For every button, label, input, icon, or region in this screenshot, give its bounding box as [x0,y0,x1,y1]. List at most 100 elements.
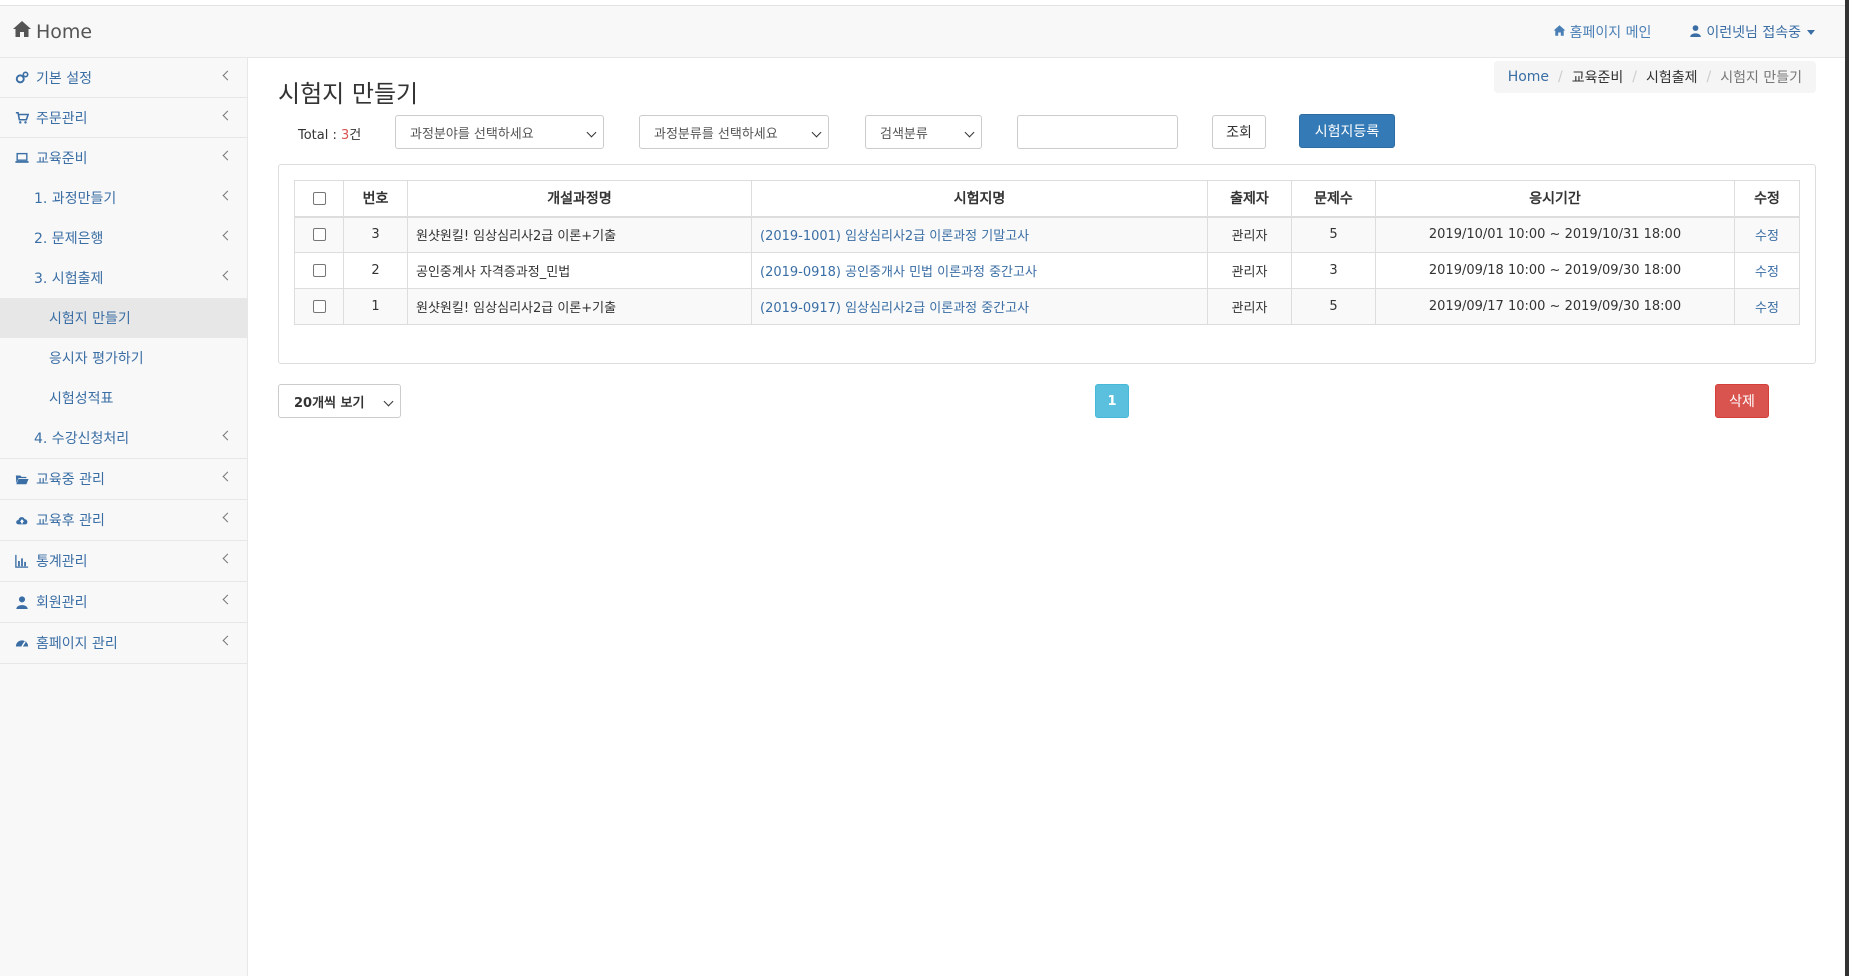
table-row: 1 원샷원킬! 임상심리사2급 이론+기출 (2019-0917) 임상심리사2… [294,288,1800,325]
cell-exam: (2019-0917) 임상심리사2급 이론과정 중간고사 [751,288,1208,325]
sidebar-item-statistics[interactable]: 통계관리 [0,541,247,582]
cell-count: 5 [1291,288,1376,325]
row-select-cell [294,288,344,325]
delete-button[interactable]: 삭제 [1715,384,1769,418]
user-menu-label: 이런넷님 접속중 [1706,25,1801,41]
column-header: 개설과정명 [407,180,752,218]
exam-name-link[interactable]: (2019-1001) 임상심리사2급 이론과정 기말고사 [760,229,1029,244]
per-page-value: 20개씩 보기 [294,395,365,411]
cell-period: 2019/09/17 10:00 ~ 2019/09/30 18:00 [1375,288,1735,325]
select-all-header [294,180,344,218]
row-checkbox[interactable] [312,228,326,242]
sidebar-subitem-label: 1. 과정만들기 [34,191,117,207]
edit-link[interactable]: 수정 [1755,301,1779,316]
column-header: 번호 [343,180,408,218]
chevron-left-icon [222,150,233,161]
cell-course: 원샷원킬! 임상심리사2급 이론+기출 [407,216,752,253]
sidebar-item-label: 통계관리 [36,554,88,570]
column-header: 수정 [1734,180,1800,218]
category-select-value: 과정분류를 선택하세요 [654,126,778,142]
cloud-upload-icon [14,513,30,527]
sidebar-subitem-create-exam[interactable]: 시험지 만들기 [0,298,247,338]
row-select-cell [294,216,344,253]
cell-course: 공인중계사 자격증과정_민법 [407,252,752,289]
cell-author: 관리자 [1207,288,1292,325]
edit-link[interactable]: 수정 [1755,265,1779,280]
row-checkbox[interactable] [312,300,326,313]
chevron-left-icon [222,430,233,441]
cell-edit: 수정 [1734,252,1800,289]
sidebar-subitem-report-card[interactable]: 시험성적표 [0,378,247,418]
top-navbar: Home 홈페이지 메인 이런넷님 접속중 [0,6,1849,58]
chevron-left-icon [222,471,233,482]
sidebar-item-label: 회원관리 [36,595,88,611]
sidebar-subitem-exam-setting[interactable]: 3. 시험출제 [0,258,247,298]
sidebar-subitem-evaluate-examinee[interactable]: 응시자 평가하기 [0,338,247,378]
user-icon [1689,24,1702,41]
breadcrumb-item: 교육준비 [1571,70,1624,86]
category-select[interactable]: 과정분류를 선택하세요 [639,115,829,149]
homepage-main-link[interactable]: 홈페이지 메인 [1553,22,1651,42]
per-page-select[interactable]: 20개씩 보기 [278,384,401,418]
sidebar-item-members[interactable]: 회원관리 [0,582,247,623]
chevron-left-icon [222,594,233,605]
sidebar-item-during-education[interactable]: 교육중 관리 [0,459,247,500]
breadcrumb-home[interactable]: Home [1508,69,1549,85]
sidebar-subitem-label: 3. 시험출제 [34,271,104,287]
sidebar-subitem-label: 2. 문제은행 [34,231,104,247]
cart-icon [14,111,30,125]
total-unit: 건 [349,128,362,143]
column-header: 문제수 [1291,180,1376,218]
sidebar-subitem-question-bank[interactable]: 2. 문제은행 [0,218,247,258]
user-menu-dropdown[interactable]: 이런넷님 접속중 [1689,22,1815,42]
field-select[interactable]: 과정분야를 선택하세요 [395,115,604,149]
cell-exam: (2019-0918) 공인중개사 민법 이론과정 중간고사 [751,252,1208,289]
chevron-down-icon [811,127,822,138]
sidebar-item-orders[interactable]: 주문관리 [0,98,247,138]
chevron-left-icon [222,70,233,81]
column-header: 시험지명 [751,180,1208,218]
table-row: 2 공인중계사 자격증과정_민법 (2019-0918) 공인중개사 민법 이론… [294,252,1800,289]
sidebar-subitem-label: 응시자 평가하기 [49,351,144,367]
user-icon [14,595,30,609]
breadcrumb: Home / 교육준비 / 시험출제 / 시험지 만들기 [1493,61,1816,93]
cell-no: 1 [343,288,408,325]
search-button[interactable]: 조회 [1212,115,1266,149]
edit-link[interactable]: 수정 [1755,229,1779,244]
column-header: 출제자 [1207,180,1292,218]
brand-label: Home [36,20,93,43]
sidebar-item-label: 기본 설정 [36,70,92,87]
cell-count: 3 [1291,252,1376,289]
chevron-left-icon [222,553,233,564]
breadcrumb-item: 시험출제 [1646,70,1698,86]
sidebar-item-education-prep[interactable]: 교육준비 [0,138,247,178]
sidebar-item-after-education[interactable]: 교육후 관리 [0,500,247,541]
exam-name-link[interactable]: (2019-0918) 공인중개사 민법 이론과정 중간고사 [760,265,1037,280]
pagination-page-1[interactable]: 1 [1095,384,1129,418]
exam-table: 번호 개설과정명 시험지명 출제자 문제수 응시기간 수정 3 원샷원킬! 임상… [294,180,1800,325]
cell-no: 2 [343,252,408,289]
dashboard-icon [14,636,30,650]
sidebar-subitem-create-course[interactable]: 1. 과정만들기 [0,178,247,218]
search-type-select[interactable]: 검색분류 [865,115,982,149]
sidebar-item-basic-settings[interactable]: 기본 설정 [0,58,247,98]
exam-name-link[interactable]: (2019-0917) 임상심리사2급 이론과정 중간고사 [760,301,1029,316]
search-input[interactable] [1017,115,1178,149]
chevron-left-icon [222,635,233,646]
select-all-checkbox[interactable] [312,191,326,205]
brand-home-link[interactable]: Home [12,19,92,44]
register-exam-button[interactable]: 시험지등록 [1299,114,1395,148]
cell-edit: 수정 [1734,216,1800,253]
total-count: Total : 3건 [298,124,361,143]
row-checkbox[interactable] [312,264,326,277]
sidebar: 기본 설정 주문관리 교육준비 1. 과정만들기 2. 문제은행 3. 시험출제… [0,58,248,976]
sidebar-item-label: 교육중 관리 [36,472,105,488]
breadcrumb-separator: / [1558,69,1563,85]
sidebar-item-homepage-admin[interactable]: 홈페이지 관리 [0,623,247,664]
sidebar-subitem-enrollment[interactable]: 4. 수강신청처리 [0,418,247,458]
sidebar-item-label: 교육후 관리 [36,513,105,529]
sidebar-item-label: 교육준비 [36,151,88,167]
chevron-down-icon [964,127,975,138]
gears-icon [14,71,30,85]
exam-list-panel: 번호 개설과정명 시험지명 출제자 문제수 응시기간 수정 3 원샷원킬! 임상… [278,164,1816,364]
